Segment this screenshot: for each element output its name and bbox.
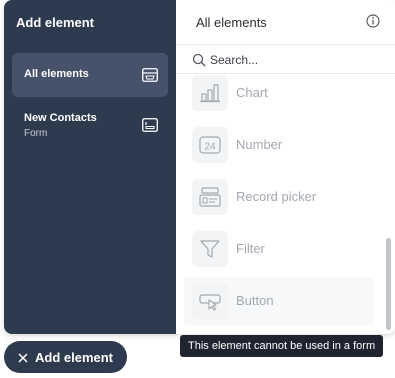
element-label: Filter xyxy=(236,241,265,256)
pane-title: All elements xyxy=(196,15,267,30)
search-input[interactable] xyxy=(210,50,360,70)
element-filter[interactable]: Filter xyxy=(184,225,374,273)
close-icon xyxy=(17,351,29,363)
sidebar-item-all-elements[interactable]: All elements xyxy=(12,53,168,97)
sidebar-title: Add element xyxy=(16,15,95,30)
element-label: Chart xyxy=(236,85,268,100)
form-icon xyxy=(142,118,158,132)
sidebar-item-sublabel: Form xyxy=(24,128,48,139)
filter-icon xyxy=(192,231,228,267)
element-record-picker[interactable]: Record picker xyxy=(184,173,374,221)
record-picker-icon xyxy=(192,179,228,215)
search-icon xyxy=(192,53,206,67)
element-label: Number xyxy=(236,137,283,152)
tooltip: This element cannot be used in a form xyxy=(180,335,384,357)
scrollbar[interactable] xyxy=(386,238,391,330)
element-label: Record picker xyxy=(236,189,317,204)
layout-icon xyxy=(142,68,158,82)
sidebar-item-label: New Contacts xyxy=(24,112,97,124)
number-icon: 24 xyxy=(192,127,228,163)
element-button[interactable]: Button xyxy=(184,277,374,325)
add-element-label: Add element xyxy=(35,349,114,365)
svg-text:24: 24 xyxy=(204,142,216,153)
elements-pane: All elements Search... Chart 24 Number R… xyxy=(176,0,395,334)
cursor-button-icon xyxy=(192,283,228,319)
sidebar: Add element All elements New Contacts Fo… xyxy=(4,0,176,334)
sidebar-item-label: All elements xyxy=(24,68,89,80)
add-element-panel: Add element All elements New Contacts Fo… xyxy=(4,0,395,334)
element-chart[interactable]: Chart xyxy=(184,69,374,117)
sidebar-item-new-contacts[interactable]: New Contacts Form xyxy=(12,103,168,147)
bar-chart-icon xyxy=(192,75,228,111)
element-label: Button xyxy=(236,293,274,308)
element-list: Chart 24 Number Record picker Filter But… xyxy=(176,75,395,334)
info-icon[interactable] xyxy=(366,14,380,28)
element-number[interactable]: 24 Number xyxy=(184,121,374,169)
add-element-button[interactable]: Add element xyxy=(4,341,127,373)
